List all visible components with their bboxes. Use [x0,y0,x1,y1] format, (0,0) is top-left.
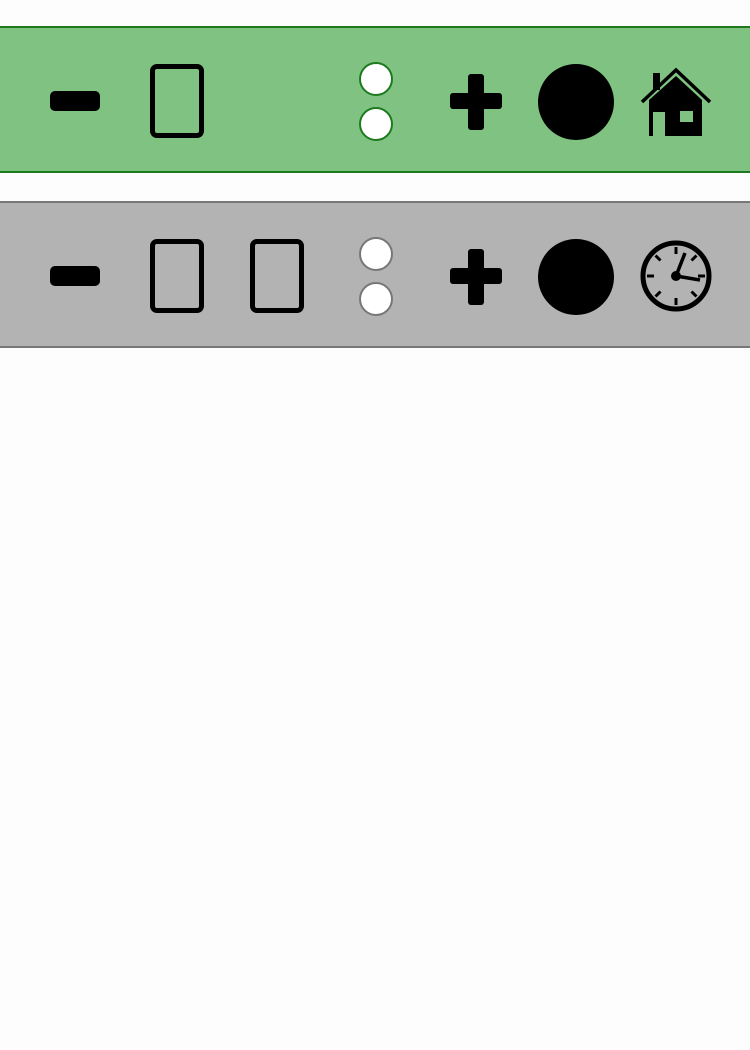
radio-dot-top[interactable] [359,62,393,96]
minus-icon[interactable] [50,91,100,111]
plus-icon[interactable] [468,249,484,305]
radio-dot-top[interactable] [359,237,393,271]
radio-dot-bottom[interactable] [359,107,393,141]
rectangle-button[interactable] [150,239,204,313]
secondary-toolbar [0,201,750,348]
filled-circle-button[interactable] [538,239,614,315]
home-icon[interactable] [640,64,712,138]
radio-dot-bottom[interactable] [359,282,393,316]
clock-icon[interactable] [640,239,712,313]
minus-icon[interactable] [50,266,100,286]
filled-circle-button[interactable] [538,64,614,140]
plus-icon[interactable] [468,74,484,130]
rectangle-button[interactable] [150,64,204,138]
rectangle-button-secondary[interactable] [250,239,304,313]
primary-toolbar [0,26,750,173]
